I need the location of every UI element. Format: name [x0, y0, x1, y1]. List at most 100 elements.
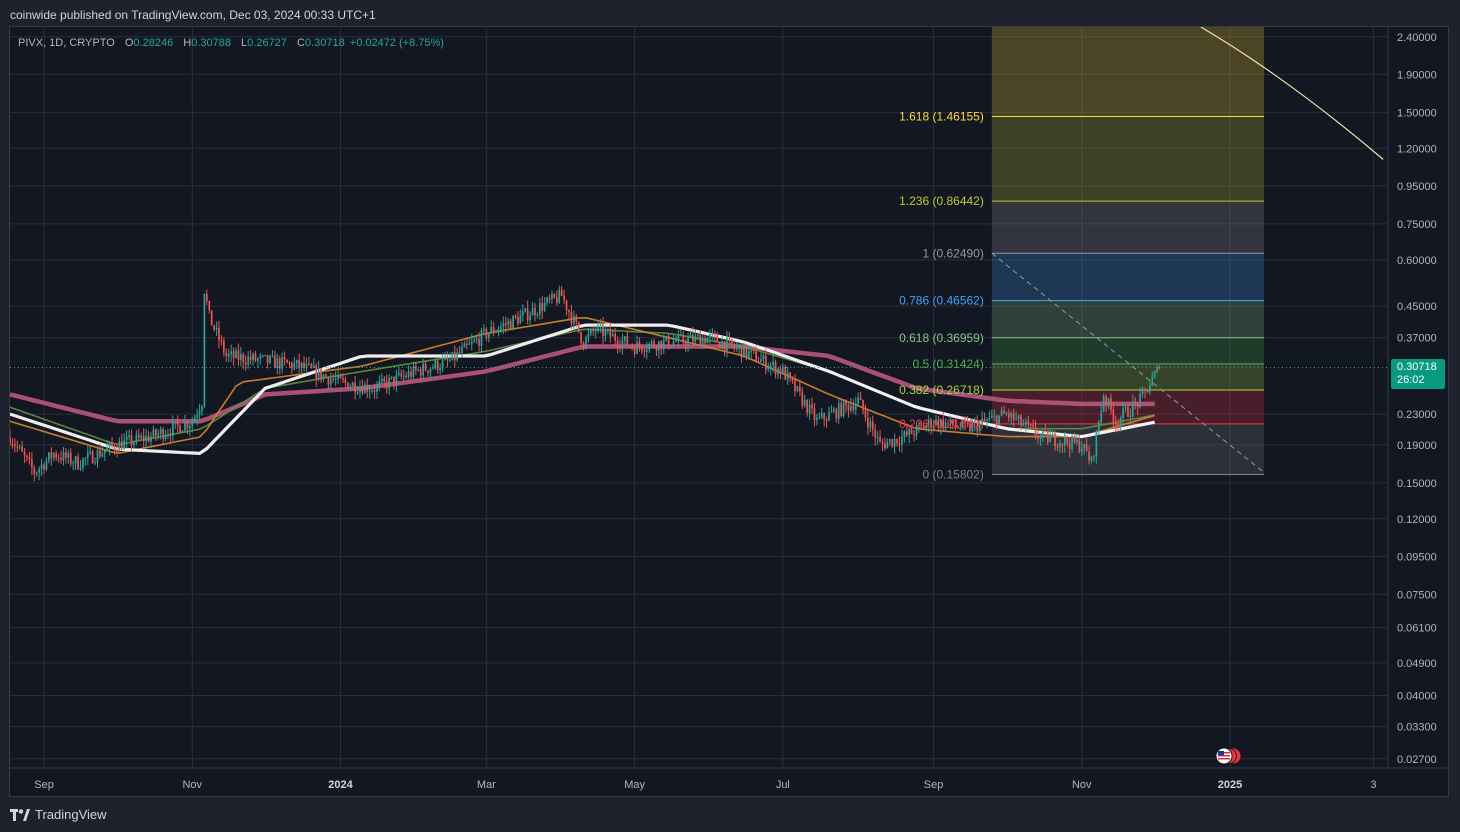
candle-body — [57, 457, 60, 459]
y-tick-label: 0.03300 — [1397, 722, 1437, 734]
candle-body — [1020, 415, 1022, 426]
candle-body — [14, 444, 16, 447]
us-flag-icon[interactable] — [1214, 747, 1242, 765]
candle-body — [1090, 456, 1093, 461]
x-tick-label: Sep — [34, 779, 54, 791]
candle-body — [10, 436, 11, 444]
candle-body — [152, 429, 155, 437]
candle-body — [704, 338, 706, 344]
candle-body — [1095, 430, 1098, 457]
x-tick-label: Nov — [182, 779, 202, 791]
candle-body — [543, 302, 546, 311]
candle-body — [665, 336, 668, 341]
candle-body — [563, 296, 565, 301]
candle-body — [62, 452, 65, 461]
fib-label: 0.236 (0.21640) — [899, 417, 984, 431]
candle-body — [752, 350, 755, 352]
candle-body — [740, 346, 743, 358]
candle-body — [609, 328, 612, 337]
candle-body — [40, 464, 43, 469]
candle-body — [1153, 371, 1156, 378]
x-tick-label: Jul — [776, 779, 790, 791]
candle-body — [264, 354, 267, 356]
candle-body — [23, 451, 26, 456]
legend-symbol: PIVX, 1D, CRYPTO — [18, 37, 115, 49]
candle-body — [728, 337, 731, 340]
candle-body — [118, 441, 121, 452]
candle-body — [582, 342, 585, 348]
candle-body — [89, 451, 92, 453]
candle-body — [128, 435, 130, 438]
candle-body — [1051, 433, 1054, 436]
candle-body — [828, 412, 830, 421]
candle-body — [1039, 435, 1042, 439]
candle-body — [1029, 424, 1032, 426]
candle-body — [325, 374, 327, 377]
candle-body — [332, 379, 335, 381]
candle-body — [869, 421, 872, 428]
brand-name: TradingView — [35, 807, 107, 822]
candle-body — [538, 303, 541, 315]
candle-body — [504, 323, 507, 325]
candle-body — [905, 431, 908, 436]
candle-body — [565, 300, 568, 311]
candle-body — [300, 362, 303, 368]
candle-body — [886, 441, 889, 449]
y-tick-label: 1.20000 — [1397, 143, 1437, 155]
candle-body — [597, 325, 599, 331]
candle-body — [587, 333, 590, 338]
candle-body — [867, 417, 869, 428]
candle-body — [283, 357, 286, 360]
y-tick-label: 2.40000 — [1397, 32, 1437, 44]
candle-body — [614, 333, 617, 341]
candle-body — [346, 382, 349, 390]
candle-body — [650, 341, 653, 344]
candle-body — [548, 297, 551, 300]
candle-body — [1088, 451, 1090, 461]
candle-body — [534, 307, 536, 316]
candle-body — [1063, 437, 1066, 445]
candle-body — [383, 378, 386, 382]
candle-body — [429, 368, 432, 373]
candle-body — [896, 438, 898, 444]
candle-body — [733, 344, 736, 348]
candle-body — [179, 425, 181, 433]
candle-body — [589, 329, 592, 334]
candle-body — [137, 434, 140, 438]
candle-body — [767, 367, 770, 370]
x-tick-label: 3 — [1370, 779, 1376, 791]
candle-body — [232, 351, 235, 358]
candle-body — [757, 361, 760, 363]
fib-zone — [991, 337, 1265, 364]
candle-body — [840, 403, 843, 417]
candle-body — [888, 439, 891, 442]
candle-body — [354, 382, 356, 393]
candle-body — [210, 310, 213, 326]
candle-body — [317, 368, 320, 380]
candle-body — [478, 338, 480, 346]
candle-body — [509, 320, 512, 329]
candle-body — [21, 446, 24, 452]
price-chart[interactable]: 0 (0.15802) 0.236 (0.21640) 0.382 (0.26718… — [0, 0, 1460, 832]
candle-body — [247, 356, 250, 365]
x-tick-label: Mar — [477, 779, 496, 791]
candle-body — [225, 352, 228, 357]
candle-body — [400, 373, 403, 377]
candle-body — [794, 380, 796, 392]
candle-body — [94, 462, 96, 464]
tradingview-brand[interactable]: TradingView — [10, 807, 107, 822]
candle-body — [660, 341, 663, 350]
y-tick-label: 0.60000 — [1397, 255, 1437, 267]
candle-body — [806, 399, 809, 414]
candle-body — [830, 411, 833, 413]
candle-body — [52, 453, 55, 459]
candle-body — [730, 339, 733, 345]
candle-body — [140, 435, 143, 438]
candle-body — [1054, 433, 1056, 447]
candle-body — [378, 381, 381, 385]
candle-body — [1085, 443, 1088, 452]
candle-body — [891, 439, 894, 447]
candle-body — [108, 442, 111, 448]
candle-body — [641, 346, 643, 351]
candle-body — [244, 362, 247, 365]
